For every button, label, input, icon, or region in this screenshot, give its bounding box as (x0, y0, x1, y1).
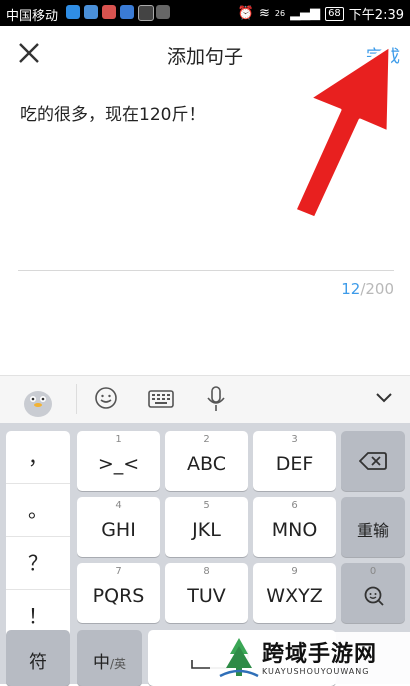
key-label: ABC (187, 453, 226, 475)
key-0[interactable]: 0 (341, 563, 405, 623)
watermark-subtitle: KUAYUSHOUYOUWANG (262, 667, 370, 676)
emoji-icon[interactable] (94, 386, 118, 410)
symbol-key[interactable]: 。 (6, 484, 70, 537)
retype-button[interactable]: 重输 (341, 497, 405, 557)
lang-main: 中 (92, 653, 110, 673)
language-switch-button[interactable]: 中/英 (77, 630, 142, 686)
retype-label: 重输 (356, 521, 389, 540)
char-limit: /200 (360, 280, 394, 298)
app-notification-icon (66, 5, 80, 19)
symbols-label: 符 (29, 652, 47, 673)
key-number: 2 (203, 434, 210, 445)
chevron-down-icon[interactable] (374, 392, 394, 404)
app-notification-icon (84, 5, 98, 19)
wifi-icon: ≋ (258, 6, 270, 21)
key-1[interactable]: 1 >_< (77, 431, 160, 491)
key-label: MNO (271, 519, 318, 541)
char-counter: 12/200 (341, 280, 394, 298)
clock: 下午2:39 (348, 8, 404, 23)
status-bar: 中国移动 ⏰ ≋ 26 ▂▄▆ 68 下午2:39 (0, 0, 410, 26)
language-label: 中/英 (77, 648, 142, 673)
keyboard-toolbar (0, 375, 410, 424)
watermark: 跨域手游网 KUAYUSHOUYOUWANG (210, 632, 410, 684)
backspace-button[interactable] (341, 431, 405, 491)
microphone-icon[interactable] (206, 386, 226, 412)
symbol-key[interactable]: ， (6, 431, 70, 484)
watermark-title: 跨域手游网 (262, 642, 378, 667)
key-3[interactable]: 3 DEF (253, 431, 336, 491)
symbols-button[interactable]: 符 (6, 630, 70, 686)
key-number: 7 (115, 566, 122, 577)
app-notification-icon (138, 5, 154, 21)
toolbar-separator (76, 384, 77, 414)
battery-level: 68 (325, 6, 344, 21)
key-label: TUV (187, 585, 226, 607)
key-label: >_< (97, 453, 140, 475)
red-arrow-annotation (293, 44, 392, 220)
symbol-column[interactable]: ， 。 ？ ！ (6, 431, 70, 641)
key-label: PQRS (92, 585, 145, 607)
key-2[interactable]: 2 ABC (165, 431, 248, 491)
key-4[interactable]: 4 GHI (77, 497, 160, 557)
penguin-icon[interactable] (20, 384, 56, 418)
lang-sub: /英 (109, 657, 127, 671)
key-label: WXYZ (266, 585, 323, 607)
key-7[interactable]: 7 PQRS (77, 563, 160, 623)
key-label: DEF (275, 453, 314, 475)
keyboard-icon[interactable] (148, 390, 174, 408)
key-label: GHI (101, 519, 136, 541)
char-count: 12 (341, 280, 361, 298)
search-emoji-icon (364, 586, 384, 606)
key-9[interactable]: 9 WXYZ (253, 563, 336, 623)
key-number: 8 (203, 566, 210, 577)
app-notification-icon (102, 5, 116, 19)
key-6[interactable]: 6 MNO (253, 497, 336, 557)
alarm-icon: ⏰ (237, 6, 254, 21)
key-number: 9 (291, 566, 298, 577)
network-type: 26 (274, 9, 286, 18)
key-number: 5 (203, 500, 210, 511)
app-notification-icon (120, 5, 134, 19)
key-8[interactable]: 8 TUV (165, 563, 248, 623)
key-number: 6 (291, 500, 298, 511)
key-number: 4 (115, 500, 122, 511)
key-number: 0 (369, 566, 377, 577)
app-notification-icon (156, 5, 170, 19)
carrier-name: 中国移动 (6, 9, 59, 24)
key-number: 3 (291, 434, 298, 445)
backspace-icon (359, 452, 387, 470)
key-5[interactable]: 5 JKL (165, 497, 248, 557)
symbol-key[interactable]: ？ (6, 537, 70, 590)
key-number: 1 (115, 434, 122, 445)
watermark-logo-icon (219, 638, 259, 678)
key-label: JKL (192, 519, 221, 541)
divider (18, 270, 394, 271)
signal-icon: ▂▄▆ (290, 6, 321, 21)
